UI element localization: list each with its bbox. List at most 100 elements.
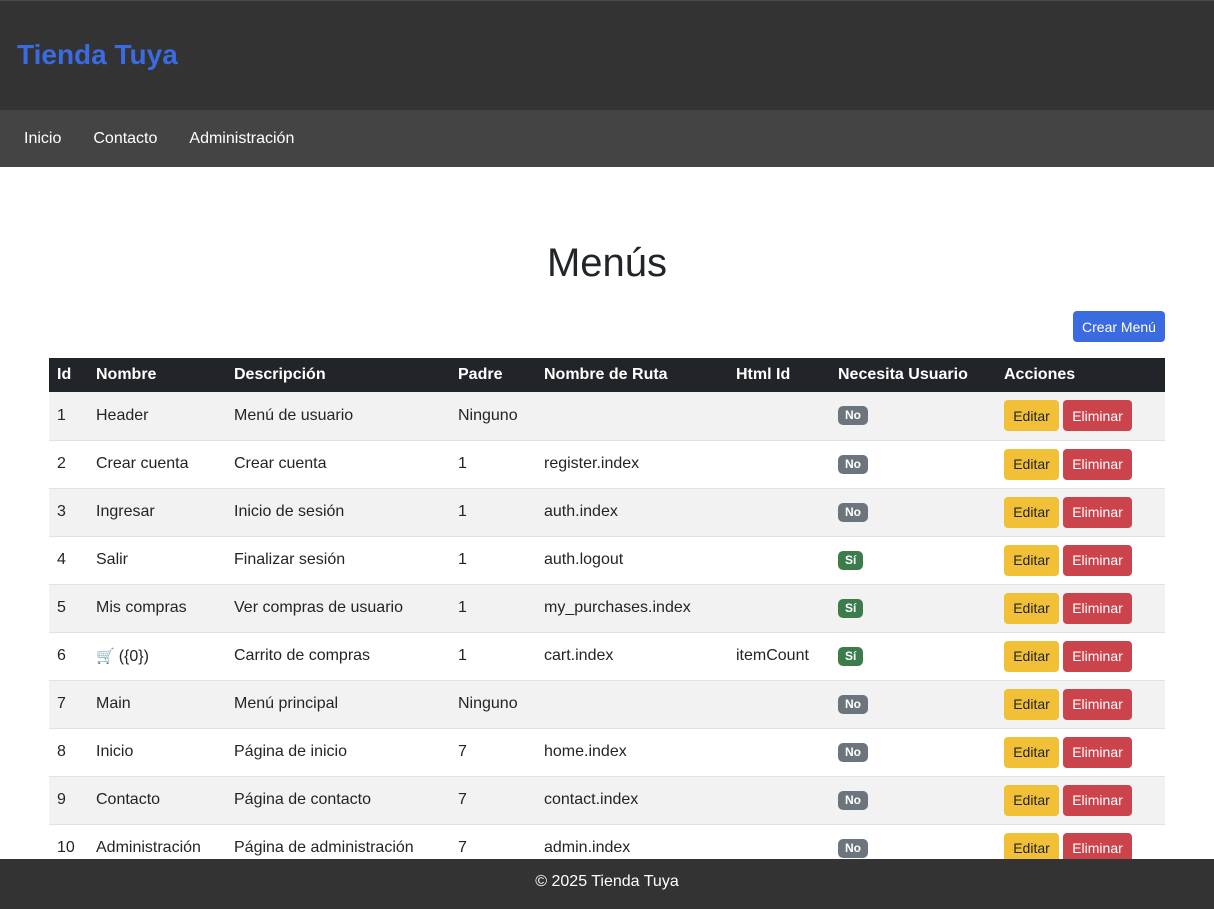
- cell-name: 🛒 ({0}): [88, 632, 226, 681]
- edit-button[interactable]: Editar: [1004, 688, 1059, 720]
- cell-description: Página de administración: [226, 824, 450, 859]
- cell-name: Ingresar: [88, 488, 226, 537]
- cell-route: auth.index: [536, 488, 728, 537]
- cell-name: Contacto: [88, 776, 226, 825]
- needs-user-badge: No: [838, 790, 868, 810]
- edit-button[interactable]: Editar: [1004, 448, 1059, 480]
- cell-needs-user: Sí: [830, 584, 996, 633]
- cell-name-text: Administración: [96, 839, 201, 856]
- cell-actions: Editar Eliminar: [996, 488, 1165, 537]
- cell-description: Crear cuenta: [226, 440, 450, 489]
- cell-description: Finalizar sesión: [226, 536, 450, 585]
- cell-needs-user: No: [830, 392, 996, 441]
- footer-text: © 2025 Tienda Tuya: [535, 873, 679, 890]
- cell-name: Administración: [88, 824, 226, 859]
- cell-description: Inicio de sesión: [226, 488, 450, 537]
- cell-route: auth.logout: [536, 536, 728, 585]
- delete-button[interactable]: Eliminar: [1063, 496, 1132, 528]
- delete-button[interactable]: Eliminar: [1063, 640, 1132, 672]
- cell-description: Página de contacto: [226, 776, 450, 825]
- edit-button[interactable]: Editar: [1004, 736, 1059, 768]
- column-header: Nombre de Ruta: [536, 358, 728, 392]
- cell-parent: 7: [450, 728, 536, 777]
- cell-id: 3: [49, 488, 88, 537]
- nav-item-contacto[interactable]: Contacto: [93, 110, 157, 167]
- delete-button[interactable]: Eliminar: [1063, 736, 1132, 768]
- cell-parent: 1: [450, 488, 536, 537]
- delete-button[interactable]: Eliminar: [1063, 400, 1132, 432]
- cell-html-id: [728, 728, 830, 777]
- cell-needs-user: No: [830, 824, 996, 859]
- needs-user-badge: No: [838, 694, 868, 714]
- column-header: Acciones: [996, 358, 1165, 392]
- menus-table-container: Id Nombre Descripción Padre Nombre de Ru…: [49, 358, 1165, 859]
- cell-route: admin.index: [536, 824, 728, 859]
- cell-parent: 1: [450, 440, 536, 489]
- cell-id: 4: [49, 536, 88, 585]
- cell-route: register.index: [536, 440, 728, 489]
- needs-user-badge: No: [838, 838, 868, 858]
- cell-actions: Editar Eliminar: [996, 440, 1165, 489]
- needs-user-badge: Sí: [838, 646, 864, 666]
- column-header: Nombre: [88, 358, 226, 392]
- menus-table: Id Nombre Descripción Padre Nombre de Ru…: [49, 358, 1165, 859]
- cell-html-id: [728, 536, 830, 585]
- delete-button[interactable]: Eliminar: [1063, 592, 1132, 624]
- table-row: 4 Salir Finalizar sesión 1 auth.logout Sí Edit…: [49, 536, 1165, 585]
- cell-name-text: ({0}): [118, 647, 149, 665]
- column-header: Descripción: [226, 358, 450, 392]
- cell-name-text: Salir: [96, 551, 129, 568]
- cell-id: 5: [49, 584, 88, 633]
- column-header: Id: [49, 358, 88, 392]
- cell-name-text: Ingresar: [96, 503, 155, 520]
- delete-button[interactable]: Eliminar: [1063, 448, 1132, 480]
- site-footer: © 2025 Tienda Tuya: [0, 859, 1214, 909]
- needs-user-badge: Sí: [838, 598, 864, 618]
- cell-actions: Editar Eliminar: [996, 392, 1165, 441]
- table-row: 6 🛒 ({0}) Carrito de compras 1 cart.index item…: [49, 632, 1165, 681]
- needs-user-badge: No: [838, 406, 868, 426]
- edit-button[interactable]: Editar: [1004, 400, 1059, 432]
- cell-needs-user: No: [830, 680, 996, 729]
- cell-id: 9: [49, 776, 88, 825]
- table-row: 10 Administración Página de administración…: [49, 824, 1165, 859]
- cell-parent: Ninguno: [450, 680, 536, 729]
- cell-id: 7: [49, 680, 88, 729]
- page-title: Menús: [546, 241, 668, 285]
- cart-icon: 🛒: [96, 647, 115, 665]
- edit-button[interactable]: Editar: [1004, 544, 1059, 576]
- cell-name-text: Crear cuenta: [96, 455, 189, 472]
- cell-route: cart.index: [536, 632, 728, 681]
- cell-name: Salir: [88, 536, 226, 585]
- edit-button[interactable]: Editar: [1004, 640, 1059, 672]
- cell-html-id: [728, 488, 830, 537]
- cell-actions: Editar Eliminar: [996, 680, 1165, 729]
- cell-needs-user: No: [830, 440, 996, 489]
- cell-actions: Editar Eliminar: [996, 728, 1165, 777]
- cell-actions: Editar Eliminar: [996, 584, 1165, 633]
- delete-button[interactable]: Eliminar: [1063, 832, 1132, 859]
- cell-actions: Editar Eliminar: [996, 632, 1165, 681]
- edit-button[interactable]: Editar: [1004, 832, 1059, 859]
- cell-needs-user: Sí: [830, 536, 996, 585]
- cell-html-id: [728, 584, 830, 633]
- cell-parent: 7: [450, 824, 536, 859]
- edit-button[interactable]: Editar: [1004, 496, 1059, 528]
- site-title[interactable]: Tienda Tuya: [17, 39, 178, 71]
- edit-button[interactable]: Editar: [1004, 592, 1059, 624]
- cell-name-text: Inicio: [96, 743, 134, 760]
- delete-button[interactable]: Eliminar: [1063, 784, 1132, 816]
- cell-description: Carrito de compras: [226, 632, 450, 681]
- cell-id: 1: [49, 392, 88, 441]
- create-menu-button[interactable]: Crear Menú: [1073, 311, 1165, 342]
- cell-route: my_purchases.index: [536, 584, 728, 633]
- nav-item-inicio[interactable]: Inicio: [24, 110, 61, 167]
- cell-html-id: itemCount: [728, 632, 830, 681]
- delete-button[interactable]: Eliminar: [1063, 688, 1132, 720]
- edit-button[interactable]: Editar: [1004, 784, 1059, 816]
- delete-button[interactable]: Eliminar: [1063, 544, 1132, 576]
- table-row: 3 Ingresar Inicio de sesión 1 auth.index No Ed…: [49, 488, 1165, 537]
- cell-description: Menú principal: [226, 680, 450, 729]
- nav-item-administracion[interactable]: Administración: [189, 110, 294, 167]
- cell-description: Página de inicio: [226, 728, 450, 777]
